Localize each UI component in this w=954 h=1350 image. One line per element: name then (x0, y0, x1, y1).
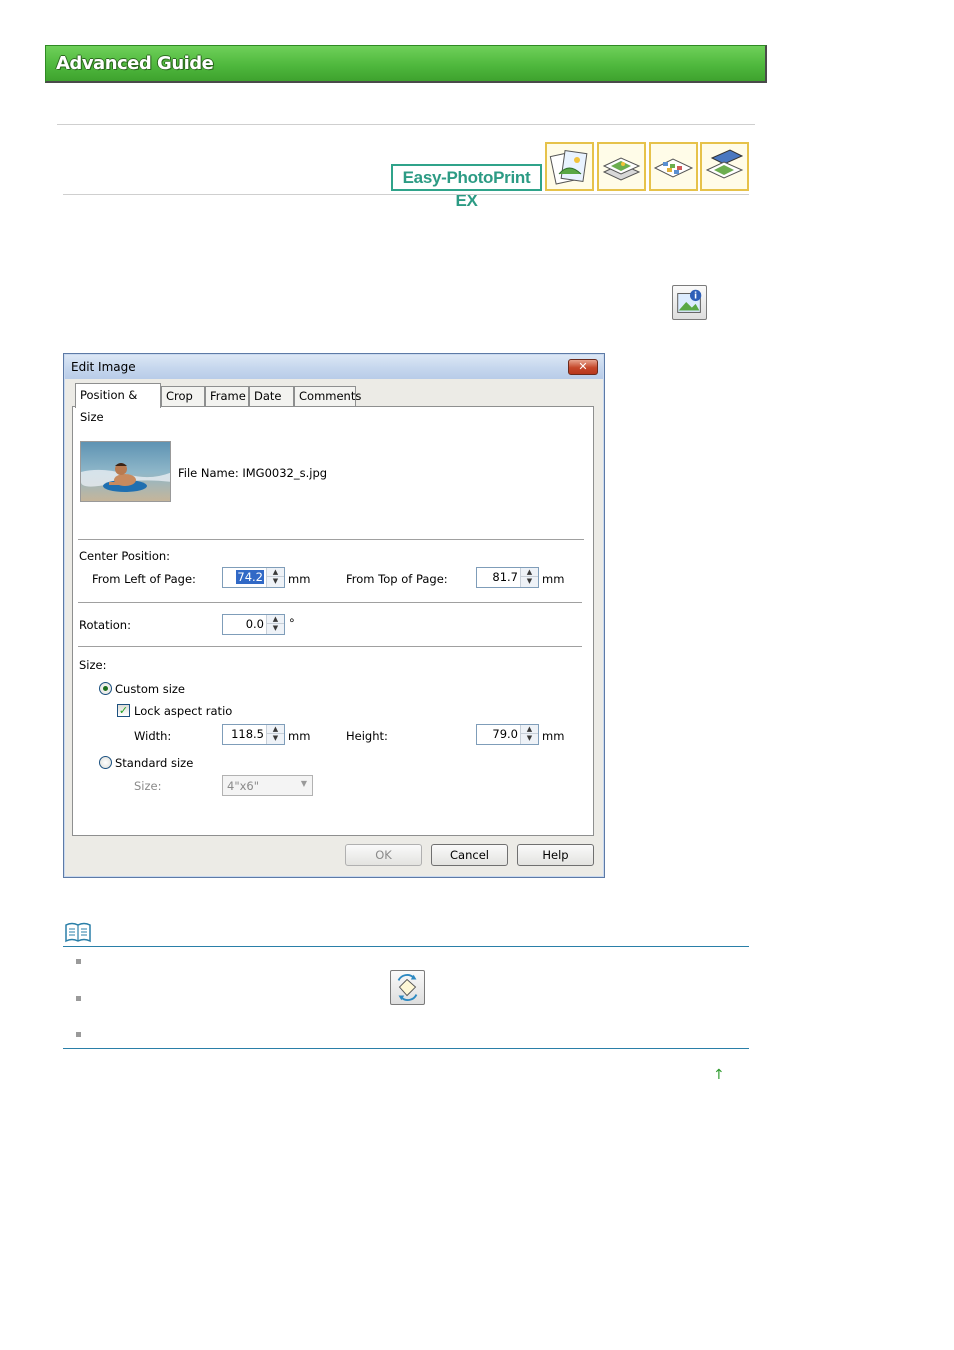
tab-frame[interactable]: Frame (205, 386, 249, 407)
lock-aspect-label[interactable]: Lock aspect ratio (134, 704, 232, 718)
close-button[interactable]: ✕ (568, 359, 598, 375)
height-stepper[interactable]: 79.0 ▲ ▼ (476, 724, 539, 745)
tab-position-size[interactable]: Position & Size (75, 383, 161, 424)
easy-photoprint-ex-tag: Easy-PhotoPrint EX (391, 164, 542, 210)
from-left-unit: mm (288, 572, 311, 586)
from-left-label: From Left of Page: (92, 572, 196, 586)
chevron-down-icon: ▼ (300, 779, 307, 788)
note-divider-top (63, 946, 749, 947)
from-top-unit: mm (542, 572, 565, 586)
divider-header (63, 194, 749, 195)
separator-1 (78, 539, 584, 541)
standard-size-select[interactable]: 4"x6" ▼ (222, 775, 313, 796)
note-bullet-1 (76, 959, 81, 964)
separator-2 (78, 602, 582, 604)
from-top-value[interactable]: 81.7 (492, 570, 518, 584)
rotation-unit: ° (289, 616, 295, 630)
rotation-label: Rotation: (79, 618, 131, 632)
note-icon (64, 921, 92, 943)
close-icon: ✕ (578, 360, 588, 373)
custom-size-label[interactable]: Custom size (115, 682, 185, 696)
note-bullet-3 (76, 1032, 81, 1037)
calendar-icon[interactable] (597, 142, 646, 191)
separator-3 (78, 646, 582, 648)
photo-info-icon[interactable]: i (672, 285, 707, 320)
advanced-guide-banner: Advanced Guide (45, 45, 767, 83)
ok-button[interactable]: OK (345, 844, 422, 866)
width-down-icon[interactable]: ▼ (267, 734, 284, 743)
cancel-button[interactable]: Cancel (431, 844, 508, 866)
layout-print-icon[interactable] (700, 142, 749, 191)
help-button[interactable]: Help (517, 844, 594, 866)
divider-top (57, 124, 755, 125)
from-left-value[interactable]: 74.2 (236, 570, 264, 584)
tab-crop[interactable]: Crop (161, 386, 205, 407)
rotation-stepper[interactable]: 0.0 ▲ ▼ (222, 614, 285, 635)
image-thumbnail (80, 441, 171, 502)
page-top-link[interactable]: ↑ (713, 1067, 725, 1083)
width-stepper[interactable]: 118.5 ▲ ▼ (222, 724, 285, 745)
standard-size-value: 4"x6" (227, 779, 260, 793)
rotation-up-icon[interactable]: ▲ (267, 615, 284, 624)
width-up-icon[interactable]: ▲ (267, 725, 284, 734)
lock-aspect-checkbox[interactable]: ✓ (117, 704, 130, 717)
sticker-icon[interactable] (649, 142, 698, 191)
from-top-stepper[interactable]: 81.7 ▲ ▼ (476, 567, 539, 588)
center-position-heading: Center Position: (79, 549, 171, 563)
width-value[interactable]: 118.5 (231, 727, 264, 741)
width-label: Width: (134, 729, 172, 743)
tab-comments[interactable]: Comments (294, 386, 361, 407)
file-name-caption: File Name: (178, 466, 239, 480)
from-left-stepper[interactable]: 74.2 ▲ ▼ (222, 567, 285, 588)
tab-date[interactable]: Date (249, 386, 294, 407)
rotation-value[interactable]: 0.0 (246, 617, 264, 631)
from-left-down-icon[interactable]: ▼ (267, 577, 284, 586)
standard-size-label[interactable]: Standard size (115, 756, 193, 770)
from-left-up-icon[interactable]: ▲ (267, 568, 284, 577)
from-top-down-icon[interactable]: ▼ (521, 577, 538, 586)
height-up-icon[interactable]: ▲ (521, 725, 538, 734)
from-top-up-icon[interactable]: ▲ (521, 568, 538, 577)
banner-title: Advanced Guide (56, 53, 214, 74)
rotation-down-icon[interactable]: ▼ (267, 624, 284, 633)
width-unit: mm (288, 729, 311, 743)
note-divider-bottom (63, 1048, 749, 1049)
note-bullet-2 (76, 996, 81, 1001)
swap-position-icon[interactable] (390, 970, 425, 1005)
size-heading: Size: (79, 658, 107, 672)
height-down-icon[interactable]: ▼ (521, 734, 538, 743)
dialog-title: Edit Image (71, 360, 136, 374)
height-label: Height: (346, 729, 388, 743)
height-value[interactable]: 79.0 (492, 727, 518, 741)
custom-size-radio[interactable] (99, 682, 112, 695)
standard-size-radio[interactable] (99, 756, 112, 769)
dialog-titlebar: Edit Image ✕ (65, 355, 603, 379)
svg-text:i: i (694, 291, 697, 301)
file-name-label: File Name: IMG0032_s.jpg (178, 466, 327, 480)
height-unit: mm (542, 729, 565, 743)
from-top-label: From Top of Page: (346, 572, 448, 586)
file-name-value: IMG0032_s.jpg (242, 466, 328, 480)
standard-size-label-size: Size: (134, 779, 162, 793)
album-icon[interactable] (545, 142, 594, 191)
